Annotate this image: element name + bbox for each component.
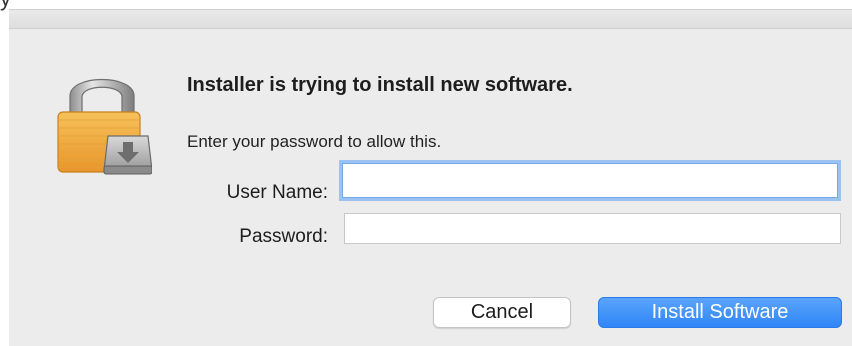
cancel-button[interactable]: Cancel [433, 297, 571, 328]
dialog-titlebar [9, 10, 852, 29]
install-software-button[interactable]: Install Software [598, 297, 842, 328]
window-top-strip: y [0, 0, 852, 11]
padlock-icon [57, 79, 153, 175]
password-input[interactable] [344, 213, 841, 244]
password-label: Password: [239, 226, 328, 247]
dialog-message: Enter your password to allow this. [187, 132, 442, 151]
user-name-input[interactable] [342, 163, 838, 198]
dialog-headline: Installer is trying to install new softw… [187, 74, 573, 96]
authentication-dialog: Installer is trying to install new softw… [9, 9, 852, 346]
user-name-label: User Name: [226, 182, 328, 203]
padlock-installer-icon [52, 66, 153, 178]
